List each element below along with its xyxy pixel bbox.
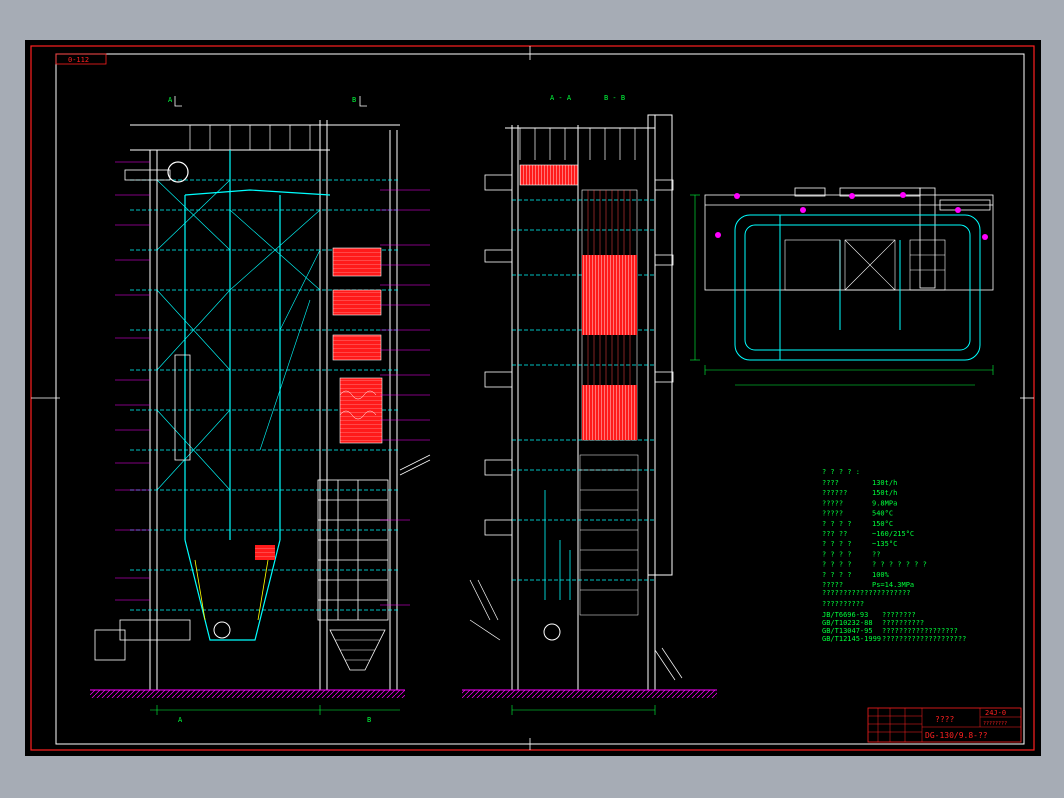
- spec-label: ? ? ? ?: [822, 540, 852, 548]
- title-text: ????: [935, 715, 954, 724]
- spec-heading: ? ? ? ? :: [822, 468, 860, 476]
- spec-value: 540°C: [872, 510, 893, 518]
- spec-value: ~135°C: [872, 540, 897, 548]
- superheater-block-1: [332, 247, 382, 277]
- standards-subheading: ??????????: [822, 600, 864, 608]
- spec-label: ? ? ? ?: [822, 561, 852, 569]
- spec-value: 150°C: [872, 520, 893, 528]
- bottom-label-b: B: [367, 716, 371, 724]
- spec-label: ? ? ? ?: [822, 571, 852, 579]
- cad-drawing-canvas: 0-112 A B A B A - A B - B ? ? ? ?: ????…: [25, 40, 1041, 756]
- standard-code: JB/T6696-93: [822, 611, 868, 619]
- sheet-tag: 0-112: [68, 56, 89, 64]
- standard-desc: ????????: [882, 611, 916, 619]
- drawing-number: DG-130/9.8-??: [925, 731, 988, 740]
- sheet-code: 24J-0: [985, 709, 1006, 717]
- spec-label: ? ? ? ?: [822, 520, 852, 528]
- section-bb-label: B - B: [604, 94, 625, 102]
- standard-code: GB/T12145-1999: [822, 635, 881, 643]
- spec-value: 130t/h: [872, 479, 897, 487]
- spec-value: ? ? ? ? ? ? ?: [872, 561, 927, 569]
- reheater-block-2: [582, 385, 637, 440]
- spec-label: ? ? ? ?: [822, 550, 852, 558]
- standard-code: GB/T13047-95: [822, 627, 873, 635]
- spec-label: ?????: [822, 510, 843, 518]
- section-aa-label: A - A: [550, 94, 572, 102]
- superheater-block-2: [332, 289, 382, 316]
- ground-line-left: [90, 690, 405, 698]
- drawing-sheet: [25, 40, 1041, 756]
- title-note: ????????: [983, 721, 1007, 727]
- standard-code: GB/T10232-88: [822, 619, 873, 627]
- spec-label: ????: [822, 479, 839, 487]
- spec-value: 9.8MPa: [872, 499, 897, 507]
- spec-label: ?????: [822, 581, 843, 589]
- standard-desc: ??????????: [882, 619, 924, 627]
- spec-value: Ps=14.3MPa: [872, 581, 914, 589]
- spec-value: 100%: [872, 571, 890, 579]
- ground-line-mid: [462, 690, 717, 698]
- header-block: [519, 164, 579, 186]
- standard-desc: ??????????????????: [882, 627, 958, 635]
- standard-desc: ????????????????????: [882, 635, 966, 643]
- superheater-block-4: [339, 377, 383, 444]
- spec-label: ??????: [822, 489, 847, 497]
- spec-value: 150t/h: [872, 489, 897, 497]
- superheater-block-3: [332, 334, 382, 361]
- spec-value: ??: [872, 550, 880, 558]
- spec-label: ?????: [822, 499, 843, 507]
- section-label-b: B: [352, 96, 356, 104]
- spec-value: ~160/215°C: [872, 530, 914, 538]
- spec-label: ??? ??: [822, 530, 847, 538]
- reheater-block-1: [582, 255, 637, 335]
- standards-heading: ?????????????????????: [822, 589, 911, 597]
